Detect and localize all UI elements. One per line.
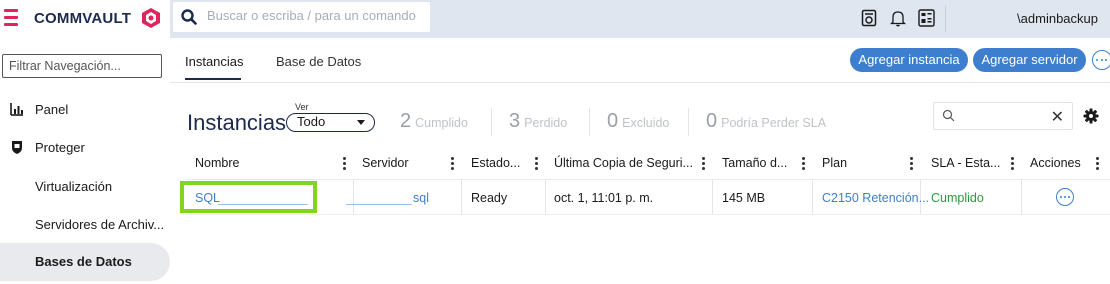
column-menu-icon[interactable] [343,157,346,171]
bell-icon[interactable] [890,9,906,27]
stat-podria-perder-sla[interactable]: 0 Podría Perder SLA [706,110,826,133]
search-icon [942,109,955,122]
commvault-logo-icon [142,8,160,28]
sidebar-item-label: Bases de Datos [35,254,132,269]
column-menu-icon[interactable] [535,157,538,171]
stat-count: 0 [607,110,619,132]
column-divider [712,180,713,214]
column-menu-icon[interactable] [910,157,913,171]
gear-icon[interactable] [1083,108,1099,124]
tab-instancias[interactable]: Instancias [185,54,244,69]
sidebar-item-label: Virtualización [35,179,113,194]
sidebar-item-panel[interactable]: Panel [0,102,170,120]
close-icon[interactable]: ✕ [1051,107,1064,127]
stat-cumplido[interactable]: 2 Cumplido [400,110,468,133]
global-search[interactable] [173,2,430,32]
column-menu-icon[interactable] [451,157,454,171]
column-divider [353,180,354,214]
chevron-down-icon [357,120,365,125]
stat-count: 3 [509,110,521,132]
sidebar-item-label: Proteger [35,140,85,155]
toolbar-divider [945,6,946,32]
last-backup-cell: oct. 1, 11:01 p. m. [554,191,654,205]
row-divider [185,214,1110,215]
plan-link[interactable]: C2150 Retención... [822,191,929,205]
hamburger-menu-icon[interactable] [4,9,18,27]
grid-search-input[interactable]: ✕ [933,102,1073,130]
stat-label: Podría Perder SLA [721,116,827,130]
nav-filter-input[interactable] [2,54,162,78]
status-cell: Ready [471,191,508,205]
sidebar-item-label: Panel [35,102,69,117]
sidebar-item-servidores-archivos[interactable]: Servidores de Archiv... [0,217,170,235]
tabs-divider [170,82,1110,83]
stat-label: Perdido [524,116,568,130]
column-header-estado[interactable]: Estado... [471,156,520,170]
tab-base-de-datos[interactable]: Base de Datos [276,54,361,69]
size-cell: 145 MB [722,191,766,205]
highlight-annotation [180,181,317,213]
stat-count: 0 [706,110,718,132]
stat-label: Cumplido [415,116,468,130]
stat-divider [589,108,590,136]
sidebar-item-virtualizacion[interactable]: Virtualización [0,179,170,197]
stat-perdido[interactable]: 3 Perdido [509,110,567,133]
stat-label: Excluido [622,116,670,130]
column-header-servidor[interactable]: Servidor [362,156,409,170]
stat-divider [688,108,689,136]
redacted-text [346,204,412,205]
column-divider [545,180,546,214]
dashboard-icon[interactable] [918,9,935,27]
stat-count: 2 [400,110,412,132]
header-divider [185,179,1110,180]
sidebar-item-bases-de-datos[interactable]: Bases de Datos [0,243,170,281]
column-header-acciones: Acciones [1030,156,1081,170]
sidebar: Panel Proteger Virtualización Servidores… [0,38,170,284]
column-menu-icon[interactable] [1096,157,1099,171]
stat-excluido[interactable]: 0 Excluido [607,110,669,133]
main-content: Instancias Base de Datos Agregar instanc… [170,38,1110,284]
active-tab-indicator [185,78,241,80]
report-icon[interactable] [861,9,877,27]
sla-status-cell: Cumplido [931,191,984,205]
search-icon [181,9,197,25]
view-label: Ver [295,102,309,112]
user-menu[interactable]: \adminbackup [1017,11,1098,26]
shield-icon [12,141,22,154]
column-header-ultima-copia[interactable]: Última Copia de Seguri... [554,156,693,170]
column-header-sla-estado[interactable]: SLA - Esta... [931,156,1000,170]
brand-area: COMMVAULT [0,0,170,38]
column-divider [461,180,462,214]
column-divider [812,180,813,214]
sidebar-item-proteger[interactable]: Proteger [0,140,170,158]
column-menu-icon[interactable] [1011,157,1014,171]
chart-icon [10,103,23,116]
add-server-button[interactable]: Agregar servidor [973,48,1086,72]
stat-divider [491,108,492,136]
page-title: Instancias [187,110,287,135]
view-filter-select[interactable]: Todo [286,113,375,132]
sidebar-item-label: Servidores de Archiv... [35,217,165,232]
more-actions-icon[interactable] [1092,50,1110,70]
view-filter-value: Todo [297,114,326,129]
row-actions-icon[interactable] [1056,188,1074,206]
column-menu-icon[interactable] [702,157,705,171]
add-instance-button[interactable]: Agregar instancia [850,48,968,72]
column-divider [1021,180,1022,214]
column-header-tamano[interactable]: Tamaño d... [722,156,787,170]
column-menu-icon[interactable] [802,157,805,171]
global-search-input[interactable] [207,8,422,23]
column-header-plan[interactable]: Plan [822,156,847,170]
top-bar: COMMVAULT \adminbackup [0,0,1110,38]
column-header-nombre[interactable]: Nombre [195,156,239,170]
server-name-link[interactable]: sql [413,191,429,205]
brand-name: COMMVAULT [34,10,132,27]
